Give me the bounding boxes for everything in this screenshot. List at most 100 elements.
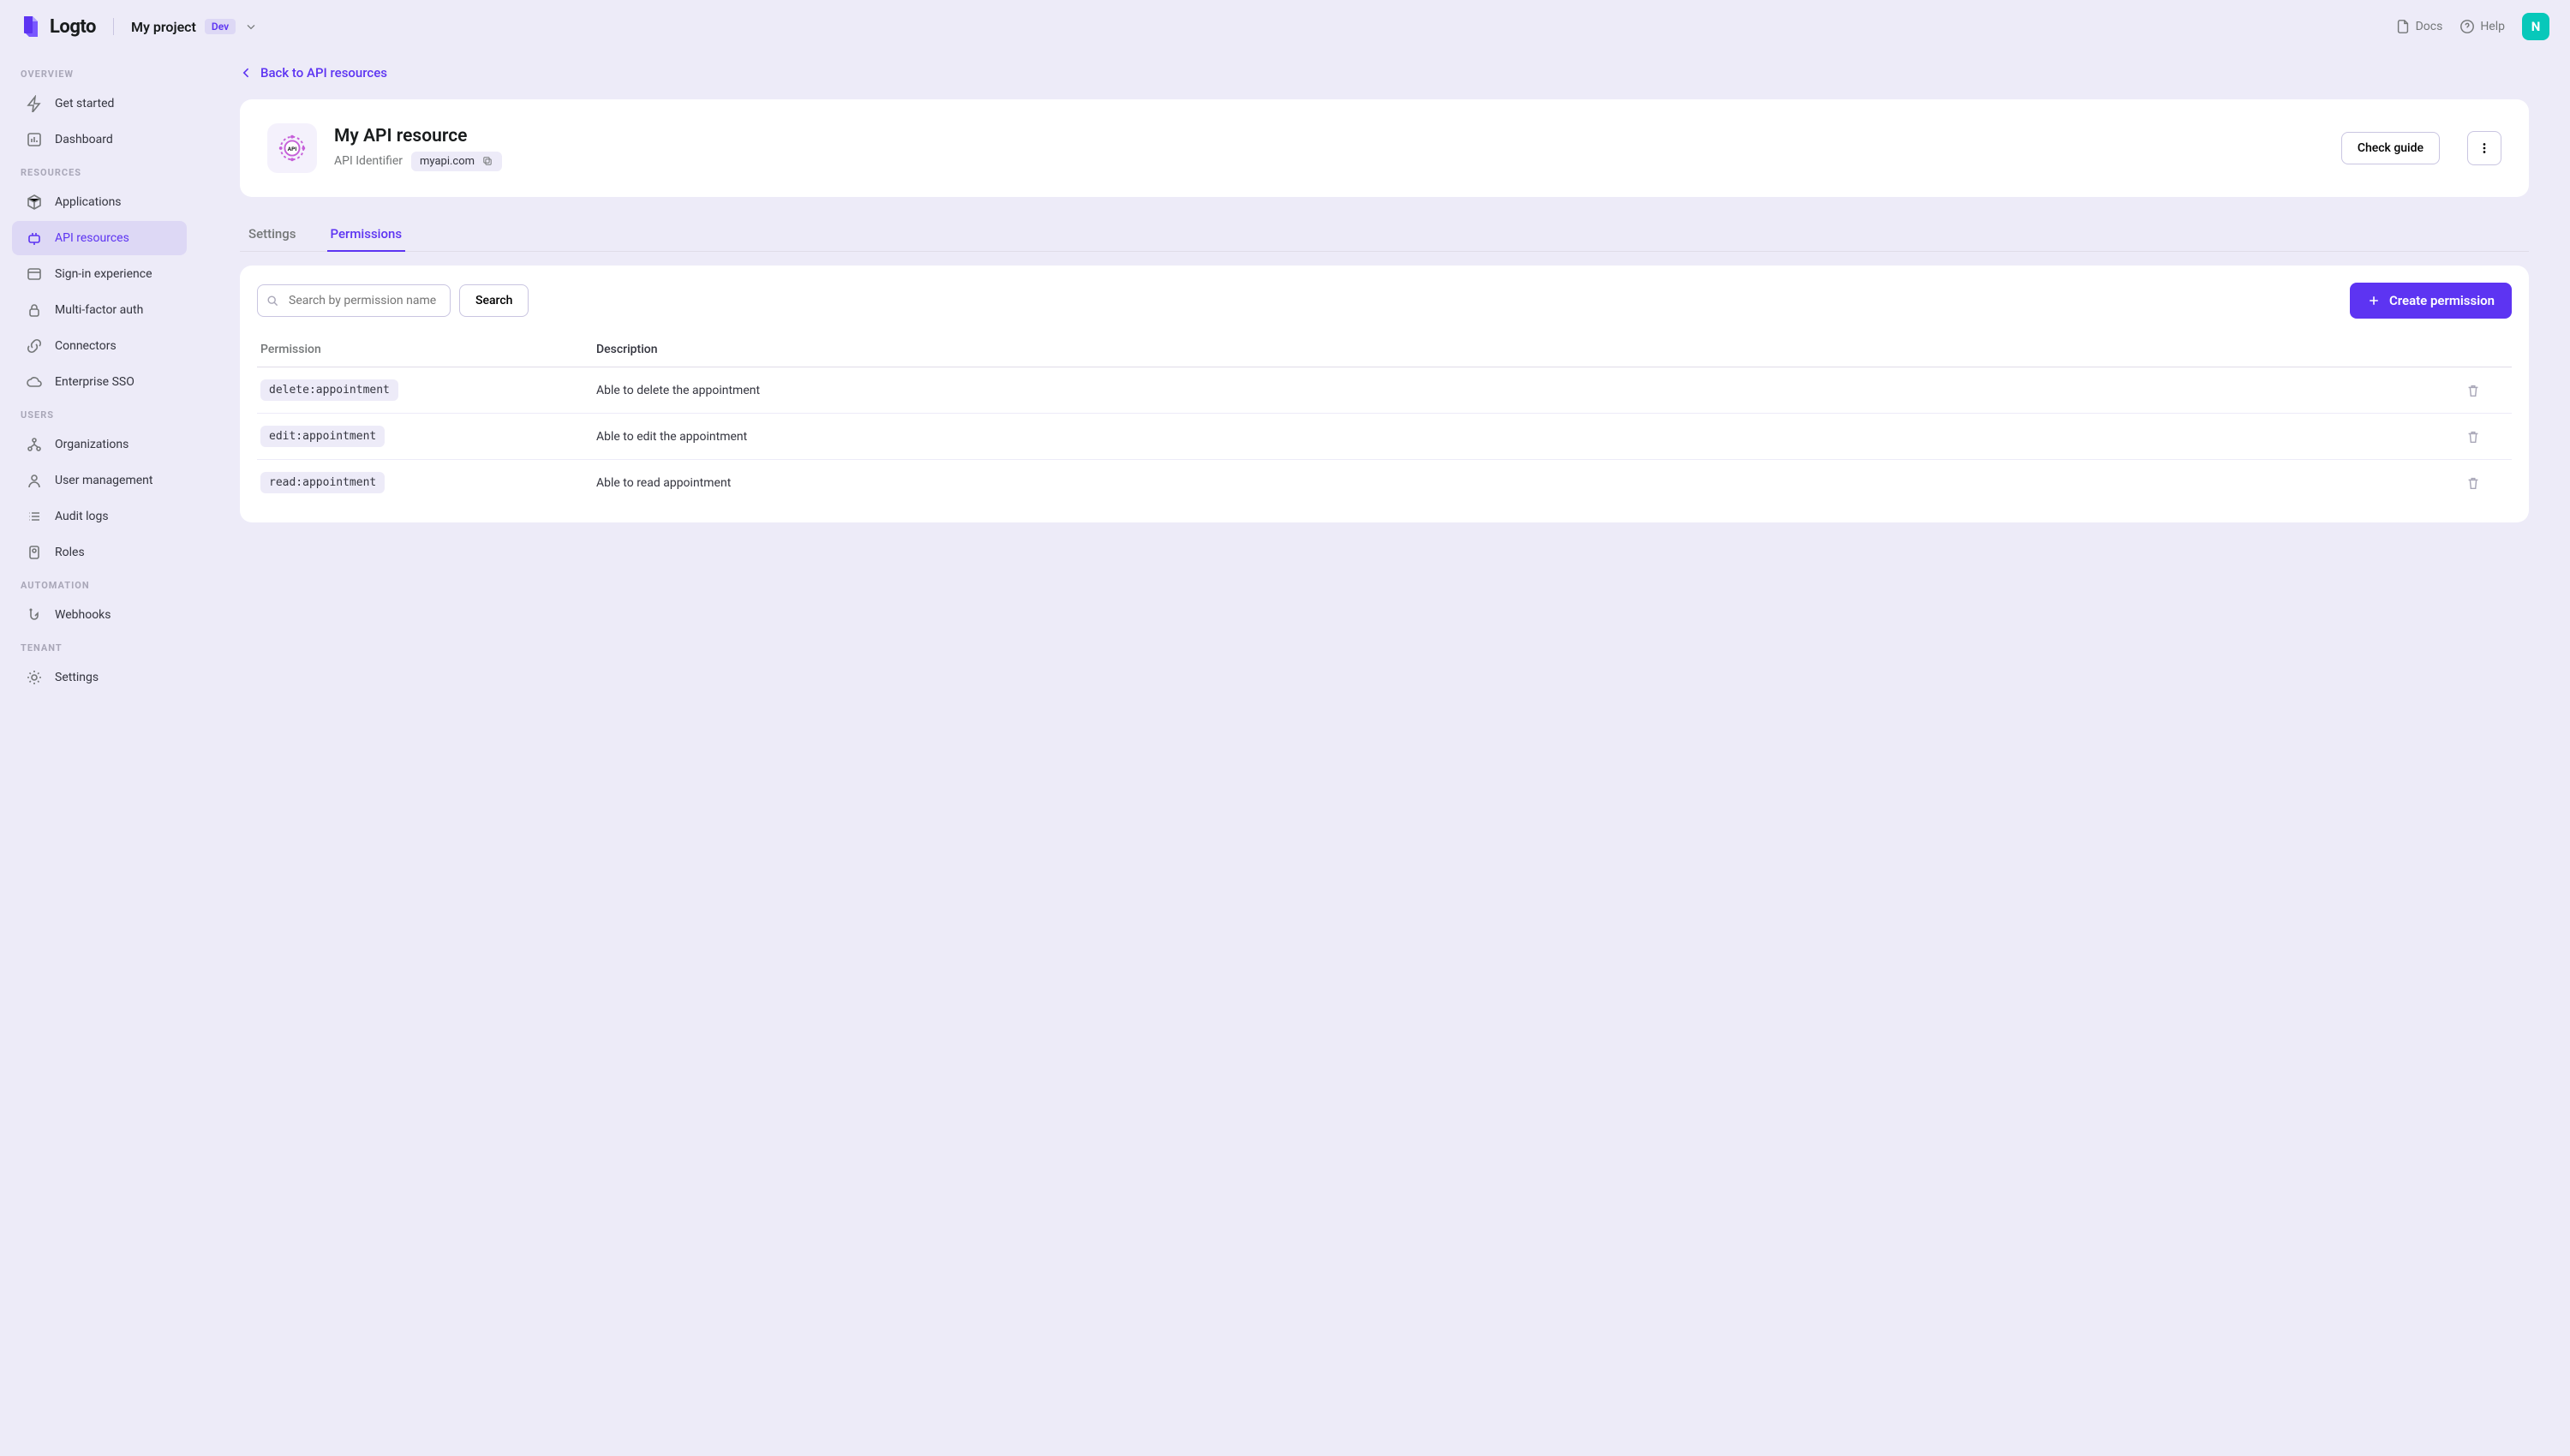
search-icon: [266, 294, 279, 307]
sidebar-item-label: User management: [55, 474, 152, 487]
svg-text:API: API: [288, 146, 297, 152]
sidebar-item-label: Dashboard: [55, 133, 113, 146]
hook-icon: [26, 606, 43, 624]
main-content: Back to API resources API My API resourc…: [199, 0, 2570, 1456]
sidebar-item-label: Sign-in experience: [55, 267, 152, 281]
sidebar-item-label: Webhooks: [55, 608, 111, 622]
back-link[interactable]: Back to API resources: [240, 65, 387, 81]
table-row: edit:appointment Able to edit the appoint…: [257, 414, 2512, 460]
sidebar-item-multi-factor-auth[interactable]: Multi-factor auth: [12, 293, 187, 327]
sidebar-item-label: Organizations: [55, 438, 128, 451]
logo-icon: [21, 15, 41, 39]
sidebar-item-enterprise-sso[interactable]: Enterprise SSO: [12, 365, 187, 399]
sidebar-item-webhooks[interactable]: Webhooks: [12, 598, 187, 632]
org-icon: [26, 436, 43, 453]
box-icon: [26, 194, 43, 211]
docs-link[interactable]: Docs: [2395, 19, 2443, 34]
sidebar-item-label: Multi-factor auth: [55, 303, 143, 317]
sidebar-item-user-management[interactable]: User management: [12, 463, 187, 498]
sidebar-item-label: Audit logs: [55, 510, 109, 523]
project-selector[interactable]: My project Dev: [131, 19, 258, 35]
permission-name: edit:appointment: [260, 426, 385, 447]
logo-text: Logto: [50, 16, 96, 38]
col-header-description: Description: [596, 343, 2465, 356]
table-row: delete:appointment Able to delete the app…: [257, 367, 2512, 414]
dots-vertical-icon: [2477, 140, 2492, 156]
sidebar-item-label: Get started: [55, 97, 114, 110]
help-link[interactable]: Help: [2459, 19, 2505, 34]
lock-icon: [26, 301, 43, 319]
link-icon: [26, 337, 43, 355]
sidebar-item-organizations[interactable]: Organizations: [12, 427, 187, 462]
permissions-table: Permission Description delete:appointmen…: [257, 332, 2512, 505]
section-label: RESOURCES: [0, 158, 199, 183]
sidebar-item-label: Settings: [55, 671, 99, 684]
sidebar-item-connectors[interactable]: Connectors: [12, 329, 187, 363]
permissions-panel: Search Create permission Permission Desc…: [240, 266, 2529, 522]
chart-icon: [26, 131, 43, 148]
chevron-left-icon: [240, 66, 254, 80]
sidebar-item-sign-in-experience[interactable]: Sign-in experience: [12, 257, 187, 291]
topbar: Logto My project Dev Docs Help N: [0, 0, 2570, 53]
sidebar-item-label: Connectors: [55, 339, 117, 353]
sidebar-item-dashboard[interactable]: Dashboard: [12, 122, 187, 157]
tabs: Settings Permissions: [240, 218, 2529, 252]
check-guide-button[interactable]: Check guide: [2341, 132, 2440, 164]
sidebar-item-api-resources[interactable]: API resources: [12, 221, 187, 255]
permission-name: read:appointment: [260, 472, 385, 493]
permission-description: Able to edit the appointment: [596, 430, 2465, 444]
more-actions-button[interactable]: [2467, 131, 2501, 165]
tab-permissions[interactable]: Permissions: [327, 218, 406, 252]
create-permission-button[interactable]: Create permission: [2350, 283, 2512, 319]
sidebar-item-label: Applications: [55, 195, 122, 209]
identifier-label: API Identifier: [334, 154, 403, 168]
sidebar-item-audit-logs[interactable]: Audit logs: [12, 499, 187, 534]
permission-description: Able to delete the appointment: [596, 384, 2465, 397]
bolt-icon: [26, 95, 43, 112]
search-box: [257, 284, 451, 317]
project-name: My project: [131, 19, 196, 35]
search-input[interactable]: [257, 284, 451, 317]
delete-permission-button[interactable]: [2465, 383, 2508, 398]
badge-icon: [26, 544, 43, 561]
window-icon: [26, 266, 43, 283]
sidebar-item-applications[interactable]: Applications: [12, 185, 187, 219]
sidebar-item-settings[interactable]: Settings: [12, 660, 187, 695]
logo[interactable]: Logto: [21, 15, 96, 39]
plus-icon: [2367, 294, 2381, 307]
search-button[interactable]: Search: [459, 284, 529, 317]
user-icon: [26, 472, 43, 489]
delete-permission-button[interactable]: [2465, 429, 2508, 445]
gear-icon: [26, 669, 43, 686]
table-row: read:appointment Able to read appointment: [257, 460, 2512, 505]
section-label: TENANT: [0, 634, 199, 659]
list-icon: [26, 508, 43, 525]
sidebar-item-label: Roles: [55, 546, 85, 559]
resource-title: My API resource: [334, 126, 2324, 146]
resource-header-card: API My API resource API Identifier myapi…: [240, 99, 2529, 197]
section-label: OVERVIEW: [0, 60, 199, 85]
delete-permission-button[interactable]: [2465, 475, 2508, 491]
cloud-icon: [26, 373, 43, 391]
sidebar-item-label: Enterprise SSO: [55, 375, 134, 389]
divider: [113, 18, 114, 35]
copy-icon[interactable]: [481, 155, 493, 167]
sidebar: OVERVIEW Get started Dashboard RESOURCES App…: [0, 0, 199, 1456]
plug-icon: [26, 230, 43, 247]
permission-description: Able to read appointment: [596, 476, 2465, 490]
tab-settings[interactable]: Settings: [245, 218, 300, 252]
permission-name: delete:appointment: [260, 379, 398, 401]
chevron-down-icon: [244, 20, 258, 33]
sidebar-item-label: API resources: [55, 231, 129, 245]
identifier-chip: myapi.com: [411, 152, 502, 171]
api-resource-icon: API: [267, 123, 317, 173]
col-header-permission: Permission: [260, 343, 596, 356]
env-badge: Dev: [205, 19, 236, 34]
docs-icon: [2395, 19, 2411, 34]
section-label: USERS: [0, 401, 199, 426]
sidebar-item-get-started[interactable]: Get started: [12, 87, 187, 121]
sidebar-item-roles[interactable]: Roles: [12, 535, 187, 570]
section-label: AUTOMATION: [0, 571, 199, 596]
avatar[interactable]: N: [2522, 13, 2549, 40]
help-icon: [2459, 19, 2475, 34]
